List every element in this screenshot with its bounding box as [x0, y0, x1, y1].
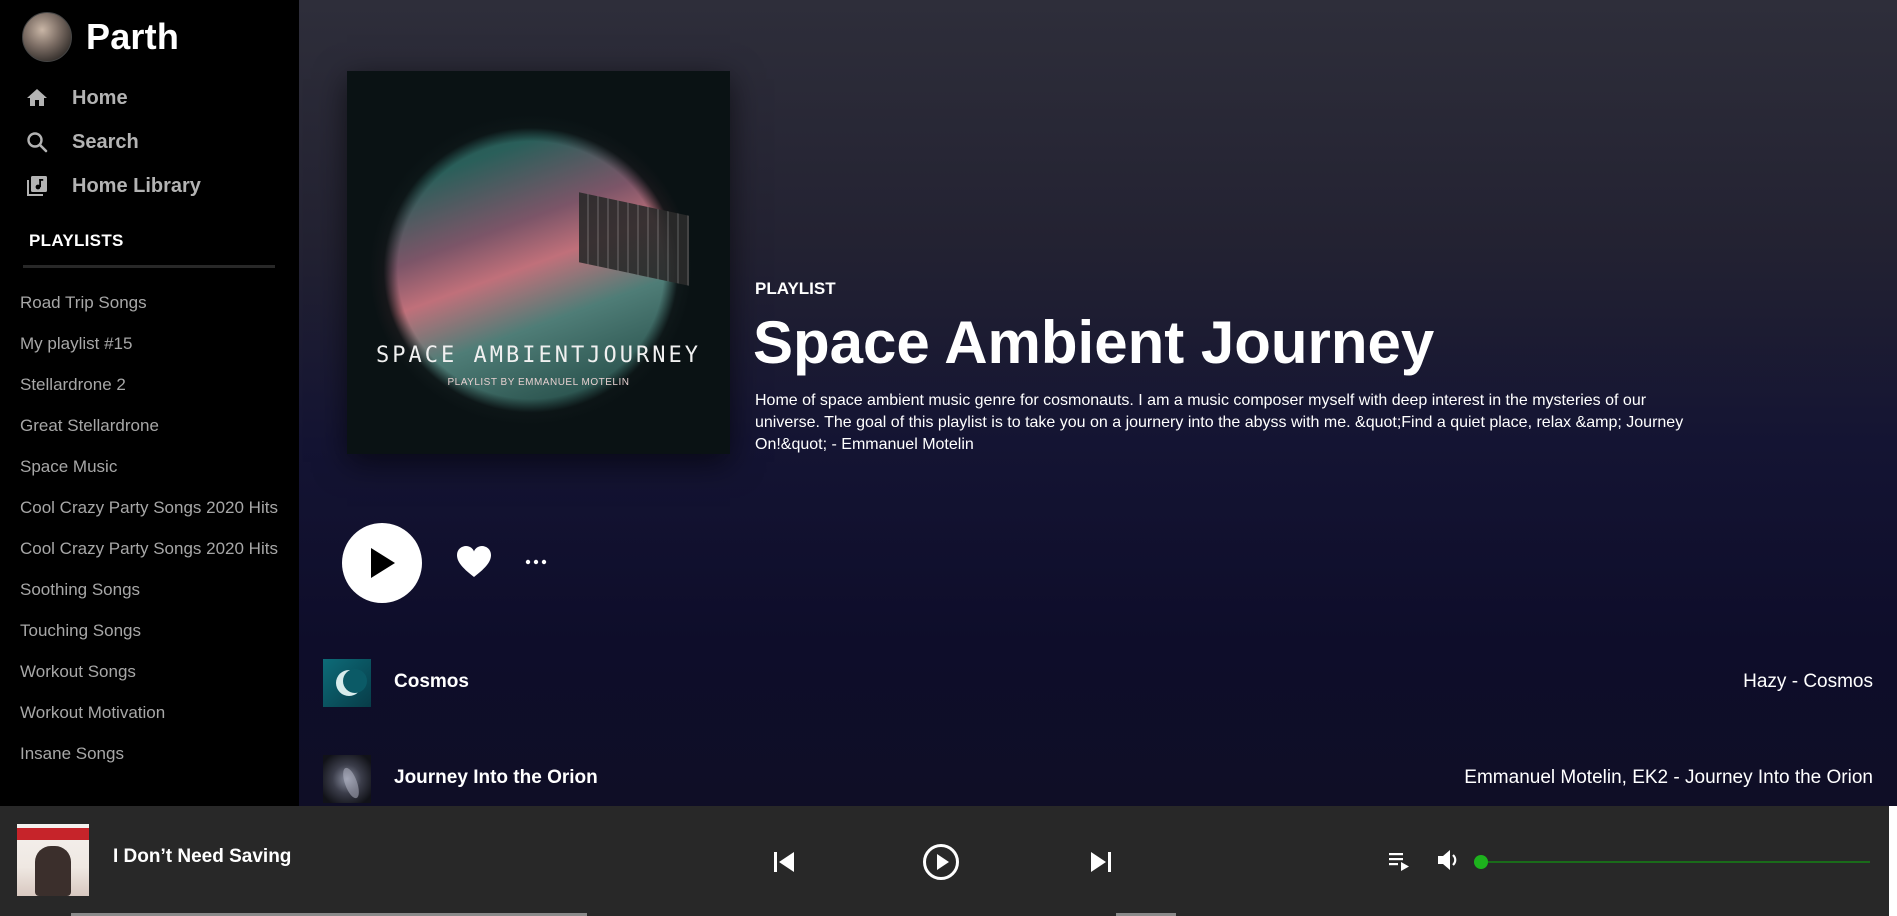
avatar	[22, 12, 72, 62]
play-pause-button[interactable]	[921, 842, 961, 882]
heart-icon	[457, 546, 491, 577]
play-playlist-button[interactable]	[342, 523, 422, 603]
playlist-list: Road Trip Songs My playlist #15 Stellard…	[20, 291, 282, 783]
sidebar-playlist-item[interactable]: Workout Motivation	[20, 701, 282, 725]
sidebar-playlist-item[interactable]: Stellardrone 2	[20, 373, 282, 397]
nav-label: Search	[72, 130, 139, 153]
queue-icon	[1389, 853, 1409, 871]
user-profile[interactable]: Parth	[22, 12, 179, 62]
nav-item-library[interactable]: Home Library	[24, 164, 201, 208]
sidebar-playlist-item[interactable]: My playlist #15	[20, 332, 282, 356]
nav-label: Home	[72, 86, 128, 109]
track-row[interactable]: Journey Into the Orion Emmanuel Motelin,…	[323, 755, 1873, 803]
next-button[interactable]	[1081, 842, 1121, 882]
playlist-title: Space Ambient Journey	[753, 309, 1435, 376]
nav-item-home[interactable]: Home	[24, 76, 201, 120]
divider	[23, 265, 275, 268]
now-playing-cover	[17, 824, 89, 896]
user-name: Parth	[86, 16, 180, 57]
app-window: Parth Home Search Home Library PLAYLISTS…	[0, 0, 1897, 916]
more-icon	[525, 559, 547, 565]
playlist-description: Home of space ambient music genre for co…	[755, 392, 1684, 453]
playlist-cover: SPACE AMBIENTJOURNEY PLAYLIST BY EMMANUE…	[347, 71, 730, 454]
track-title: Cosmos	[394, 671, 469, 692]
now-playing-title: I Don’t Need Saving	[113, 846, 292, 867]
cover-subtitle: PLAYLIST BY EMMANUEL MOTELIN	[447, 377, 630, 388]
sidebar-playlist-item[interactable]: Road Trip Songs	[20, 291, 282, 315]
sidebar-playlist-item[interactable]: Touching Songs	[20, 619, 282, 643]
play-circle-icon	[923, 844, 959, 880]
player-bar: I Don’t Need Saving	[0, 806, 1889, 916]
sidebar-playlist-item[interactable]: Cool Crazy Party Songs 2020 Hits	[20, 496, 282, 520]
sidebar-playlist-item[interactable]: Cool Crazy Party Songs 2020 Hits	[20, 537, 282, 561]
sidebar-playlist-item[interactable]: Great Stellardrone	[20, 414, 282, 438]
nav-label: Home Library	[72, 174, 201, 197]
skip-next-icon	[1091, 852, 1111, 872]
sidebar-playlist-item[interactable]: Soothing Songs	[20, 578, 282, 602]
playlist-type-label: PLAYLIST	[755, 279, 836, 298]
track-row[interactable]: Cosmos Hazy - Cosmos	[323, 659, 1873, 707]
cover-figure	[35, 846, 71, 896]
home-icon	[24, 85, 50, 111]
queue-button[interactable]	[1387, 848, 1413, 874]
cover-title: SPACE AMBIENTJOURNEY	[376, 343, 701, 368]
more-options-button[interactable]	[524, 550, 548, 574]
nav-item-search[interactable]: Search	[24, 120, 201, 164]
sidebar: Parth Home Search Home Library PLAYLISTS…	[0, 0, 299, 806]
skip-previous-icon	[774, 852, 794, 872]
playlists-header: PLAYLISTS	[29, 231, 124, 250]
play-icon	[371, 548, 395, 578]
main-nav: Home Search Home Library	[24, 76, 201, 208]
track-artist: Emmanuel Motelin, EK2 - Journey Into the…	[1464, 767, 1873, 788]
track-thumbnail	[323, 659, 371, 707]
volume-icon	[1438, 850, 1457, 870]
like-button[interactable]	[455, 544, 493, 580]
track-title: Journey Into the Orion	[394, 767, 598, 788]
volume-button[interactable]	[1435, 846, 1463, 874]
search-icon	[24, 129, 50, 155]
sidebar-playlist-item[interactable]: Space Music	[20, 455, 282, 479]
playlist-view: SPACE AMBIENTJOURNEY PLAYLIST BY EMMANUE…	[299, 0, 1897, 806]
sidebar-playlist-item[interactable]: Workout Songs	[20, 660, 282, 684]
library-icon	[24, 173, 50, 199]
volume-slider-handle[interactable]	[1474, 855, 1488, 869]
track-artist: Hazy - Cosmos	[1743, 671, 1873, 692]
previous-button[interactable]	[764, 842, 804, 882]
cover-band	[17, 828, 89, 840]
track-thumbnail	[323, 755, 371, 803]
cover-solar-panel	[579, 192, 689, 286]
sidebar-playlist-item[interactable]: Insane Songs	[20, 742, 282, 766]
volume-slider-track[interactable]	[1481, 861, 1870, 863]
